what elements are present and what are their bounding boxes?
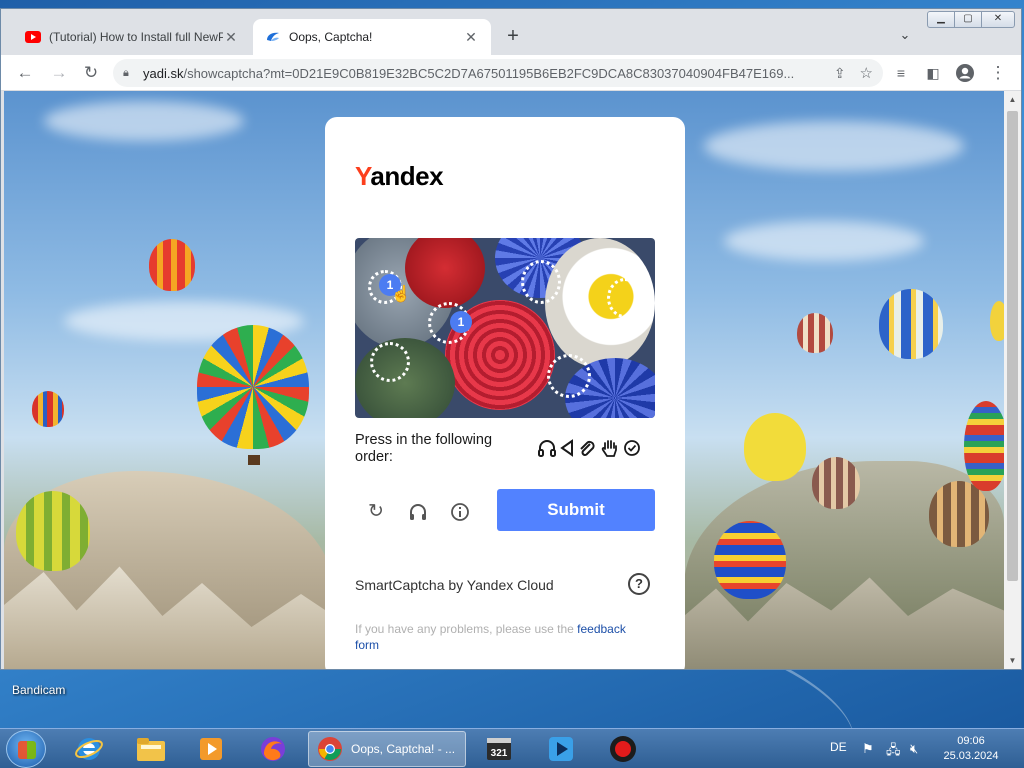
tab-tutorial[interactable]: (Tutorial) How to Install full NewP ✕ bbox=[13, 19, 251, 55]
address-bar[interactable]: 🔒︎ yadi.sk/showcaptcha?mt=0D21E9C0B819E3… bbox=[113, 59, 883, 87]
browser-toolbar: ← → ↻ 🔒︎ yadi.sk/showcaptcha?mt=0D21E9C0… bbox=[1, 55, 1021, 91]
tab-title: Oops, Captcha! bbox=[289, 30, 373, 44]
check-circle-icon bbox=[623, 438, 641, 463]
close-window-button[interactable]: ✕ bbox=[981, 11, 1015, 28]
cloud bbox=[724, 221, 924, 261]
lock-icon[interactable]: 🔒︎ bbox=[123, 67, 139, 80]
scroll-up-icon[interactable]: ▲ bbox=[1004, 91, 1021, 108]
cloud bbox=[44, 101, 244, 141]
balloon bbox=[964, 401, 1004, 491]
balloon bbox=[797, 313, 833, 353]
balloon bbox=[990, 301, 1004, 341]
tab-close-icon[interactable]: ✕ bbox=[463, 29, 479, 46]
cloud bbox=[704, 121, 964, 171]
tab-close-icon[interactable]: ✕ bbox=[223, 29, 239, 46]
balloon-basket bbox=[248, 455, 260, 465]
url-text[interactable]: yadi.sk/showcaptcha?mt=0D21E9C0B819E32BC… bbox=[143, 66, 826, 81]
smartcaptcha-brand: SmartCaptcha by Yandex Cloud bbox=[355, 577, 554, 593]
page-viewport: Yandex 1 1 ☝ Press in the following orde… bbox=[4, 91, 1004, 669]
tab-title: (Tutorial) How to Install full NewP bbox=[49, 30, 223, 44]
captcha-target-hand[interactable] bbox=[370, 342, 410, 382]
paperclip-icon bbox=[577, 438, 597, 463]
new-tab-icon[interactable]: + bbox=[501, 25, 525, 49]
taskbar-internet-explorer[interactable] bbox=[62, 732, 116, 766]
share-icon[interactable]: ⇪ bbox=[834, 65, 846, 82]
svg-text:321: 321 bbox=[491, 748, 508, 759]
balloon bbox=[714, 521, 786, 599]
system-clock[interactable]: 09:06 25.03.2024 bbox=[940, 734, 1002, 764]
maximize-button[interactable]: ▢ bbox=[954, 11, 982, 28]
captcha-target-paperclip[interactable] bbox=[607, 278, 643, 318]
menu-icon[interactable]: ⋮ bbox=[986, 61, 1010, 85]
network-icon[interactable]: 🖧︎ bbox=[886, 741, 901, 763]
taskbar-file-explorer[interactable] bbox=[124, 732, 178, 766]
feedback-form-link[interactable]: form bbox=[355, 638, 379, 652]
balloon bbox=[879, 289, 943, 359]
captcha-card: Yandex 1 1 ☝ Press in the following orde… bbox=[325, 117, 685, 669]
windows-logo-icon bbox=[18, 741, 36, 759]
volume-muted-icon[interactable]: 🔇︎ bbox=[910, 741, 918, 757]
balloon bbox=[744, 413, 806, 481]
balloon bbox=[32, 391, 64, 427]
minimize-button[interactable]: ▁ bbox=[927, 11, 955, 28]
forward-icon[interactable]: → bbox=[47, 61, 71, 85]
action-center-flag-icon[interactable]: ⚑ bbox=[862, 741, 874, 757]
info-icon[interactable] bbox=[446, 498, 474, 526]
captcha-target-check[interactable] bbox=[547, 354, 591, 398]
captcha-instruction: Press in the following order: bbox=[355, 432, 493, 465]
taskbar-chrome-window[interactable]: Oops, Captcha! - ... bbox=[308, 731, 466, 767]
captcha-order-icons bbox=[537, 438, 641, 463]
tab-captcha[interactable]: Oops, Captcha! ✕ bbox=[253, 19, 491, 55]
taskbar-media-player-classic[interactable]: 321 bbox=[472, 732, 526, 766]
refresh-captcha-icon[interactable]: ↻ bbox=[362, 498, 390, 526]
language-indicator[interactable]: DE bbox=[830, 740, 847, 754]
taskbar-bandicam-record[interactable] bbox=[596, 732, 650, 766]
desktop-icon-bandicam-label[interactable]: Bandicam bbox=[12, 683, 65, 697]
chevron-down-icon[interactable]: ⌄ bbox=[893, 27, 917, 47]
taskbar: Oops, Captcha! - ... 321 DE ⚑ 🖧︎ 🔇︎ 09:0… bbox=[0, 728, 1024, 768]
feedback-notice: If you have any problems, please use the… bbox=[355, 622, 626, 652]
reload-icon[interactable]: ↻ bbox=[79, 61, 103, 85]
yandex-disk-icon bbox=[265, 29, 281, 45]
hand-icon bbox=[600, 438, 620, 463]
tab-strip: (Tutorial) How to Install full NewP ✕ Oo… bbox=[1, 9, 1021, 55]
play-back-icon bbox=[560, 438, 574, 463]
balloon bbox=[197, 325, 309, 449]
balloon bbox=[929, 481, 989, 547]
youtube-icon bbox=[25, 29, 41, 45]
media-control-icon[interactable]: ≡ bbox=[889, 61, 913, 85]
help-icon[interactable]: ? bbox=[628, 573, 650, 595]
captcha-image[interactable]: 1 1 ☝ bbox=[355, 238, 655, 418]
page-scrollbar[interactable]: ▲ ▼ bbox=[1004, 91, 1021, 669]
mouse-cursor-icon: ☝ bbox=[391, 286, 411, 303]
browser-window: (Tutorial) How to Install full NewP ✕ Oo… bbox=[0, 8, 1022, 670]
chrome-icon bbox=[318, 737, 342, 761]
taskbar-media-player[interactable] bbox=[184, 732, 238, 766]
taskbar-firefox[interactable] bbox=[246, 732, 300, 766]
balloon bbox=[149, 239, 195, 291]
profile-avatar-icon[interactable] bbox=[953, 61, 977, 85]
feedback-link[interactable]: feedback bbox=[577, 622, 626, 636]
captcha-target-cursor[interactable] bbox=[521, 260, 561, 304]
clock-date: 25.03.2024 bbox=[943, 750, 999, 762]
yandex-logo: Yandex bbox=[355, 161, 444, 191]
scrollbar-thumb[interactable] bbox=[1007, 111, 1018, 581]
balloon bbox=[16, 491, 90, 571]
bookmark-star-icon[interactable]: ☆ bbox=[860, 64, 873, 82]
captcha-marker[interactable]: 1 bbox=[450, 311, 472, 333]
headphones-icon bbox=[537, 438, 557, 463]
start-button[interactable] bbox=[6, 730, 46, 768]
audio-captcha-icon[interactable] bbox=[404, 498, 432, 526]
side-panel-icon[interactable]: ◧ bbox=[921, 61, 945, 85]
taskbar-video-player[interactable] bbox=[534, 732, 588, 766]
taskbar-chrome-label: Oops, Captcha! - ... bbox=[351, 742, 456, 756]
submit-button[interactable]: Submit bbox=[497, 489, 655, 531]
balloon bbox=[812, 457, 860, 509]
clock-time: 09:06 bbox=[957, 735, 985, 747]
scroll-down-icon[interactable]: ▼ bbox=[1004, 652, 1021, 669]
captcha-flower-red bbox=[405, 238, 485, 308]
back-icon[interactable]: ← bbox=[13, 61, 37, 85]
